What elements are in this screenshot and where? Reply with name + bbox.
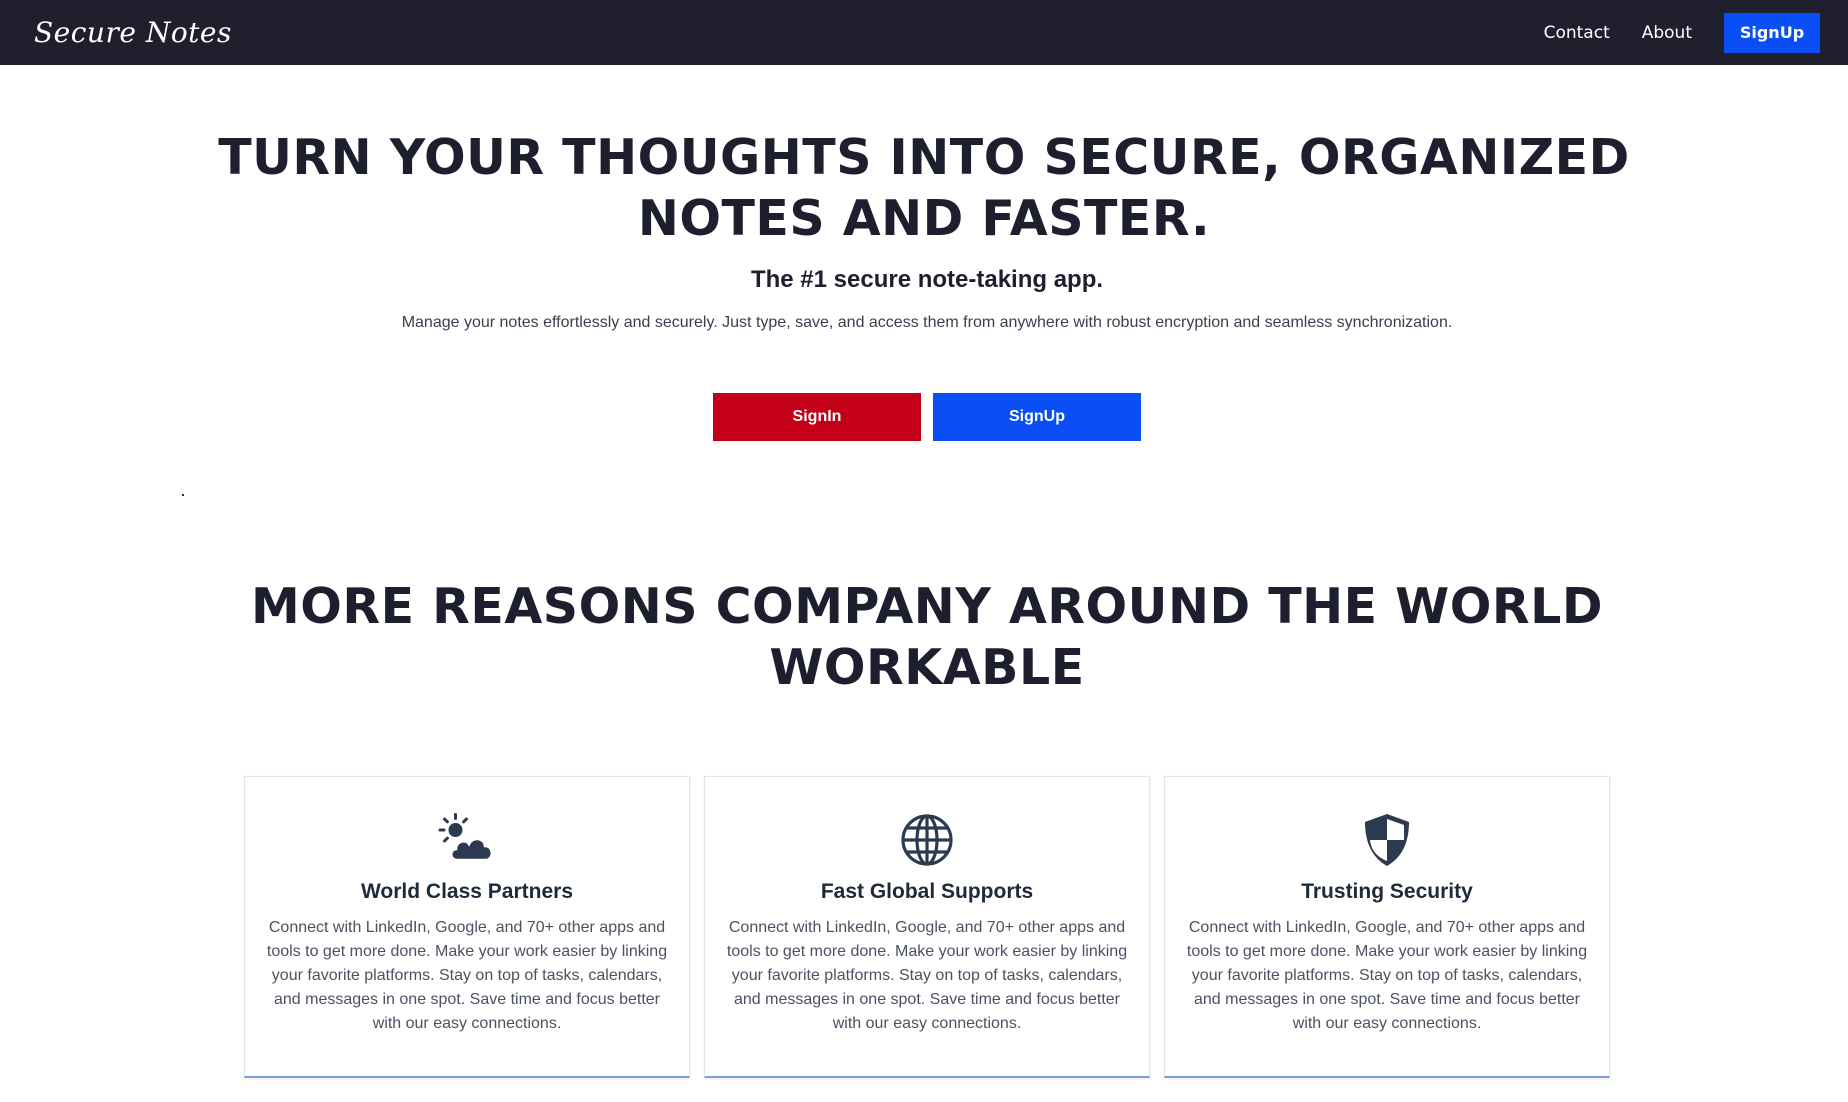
shield-icon [1365, 814, 1409, 866]
hero-description: Manage your notes effortlessly and secur… [401, 314, 1453, 331]
card-title: World Class Partners [360, 880, 574, 903]
nav-links: Contact About SignUp [1544, 12, 1820, 53]
signup-button[interactable]: SignUp [933, 393, 1141, 441]
nav-link-about[interactable]: About [1642, 23, 1692, 43]
nav-link-contact[interactable]: Contact [1544, 23, 1610, 43]
stray-dot [182, 494, 184, 496]
feature-card-support: Fast Global Supports Connect with Linked… [704, 776, 1150, 1078]
card-text: Connect with LinkedIn, Google, and 70+ o… [726, 919, 1128, 1032]
feature-card-partners: World Class Partners Connect with Linked… [244, 776, 690, 1078]
card-text: Connect with LinkedIn, Google, and 70+ o… [266, 919, 668, 1032]
feature-card-security: Trusting Security Connect with LinkedIn,… [1164, 776, 1610, 1078]
brand-logo[interactable]: Secure Notes [34, 16, 232, 49]
card-text: Connect with LinkedIn, Google, and 70+ o… [1186, 919, 1588, 1032]
hero-buttons: SignIn SignUp [0, 393, 1848, 441]
globe-icon [901, 814, 953, 866]
card-title: Fast Global Supports [820, 880, 1034, 903]
feature-cards: World Class Partners Connect with Linked… [244, 776, 1610, 1078]
card-title: Trusting Security [1301, 880, 1473, 903]
hero-subtitle: The #1 secure note-taking app. [750, 266, 1104, 293]
signin-button[interactable]: SignIn [713, 393, 921, 441]
cloud-sun-icon [438, 813, 494, 862]
nav-signup-button[interactable]: SignUp [1724, 12, 1820, 53]
navbar: Secure Notes Contact About SignUp [0, 0, 1848, 65]
reasons-title: MORE REASONS COMPANY AROUND THE WORLD WO… [250, 578, 1603, 696]
hero-title: TURN YOUR THOUGHTS INTO SECURE, ORGANIZE… [218, 129, 1630, 247]
